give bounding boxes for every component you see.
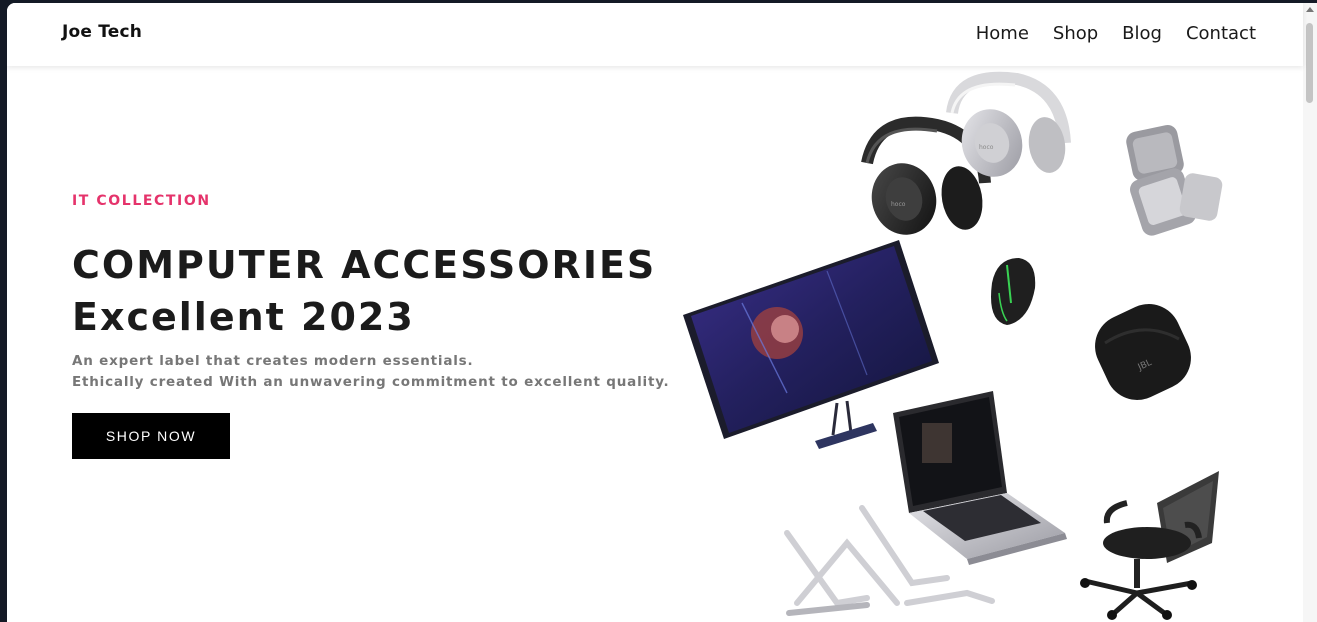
svg-text:hoco: hoco: [891, 201, 906, 208]
gaming-mouse-icon[interactable]: [991, 258, 1036, 325]
scroll-up-icon[interactable]: [1306, 7, 1314, 12]
svg-text:hoco: hoco: [979, 144, 994, 151]
white-headphones-icon[interactable]: hoco: [946, 71, 1071, 184]
nav-shop[interactable]: Shop: [1053, 23, 1098, 44]
vertical-scrollbar[interactable]: [1303, 3, 1317, 622]
nav-blog[interactable]: Blog: [1122, 23, 1162, 44]
main-nav: Home Shop Blog Contact: [976, 23, 1256, 44]
office-chair-icon[interactable]: [1080, 471, 1219, 620]
hero-product-collage: hoco hoco JBL: [683, 71, 1223, 620]
scrollbar-thumb[interactable]: [1306, 23, 1313, 103]
browser-page: Joe Tech Home Shop Blog Contact IT COLLE…: [7, 3, 1317, 622]
nav-contact[interactable]: Contact: [1186, 23, 1256, 44]
laptop-icon[interactable]: [893, 391, 1067, 565]
site-logo[interactable]: Joe Tech: [62, 22, 142, 42]
nav-home[interactable]: Home: [976, 23, 1029, 44]
site-header: Joe Tech Home Shop Blog Contact: [7, 3, 1303, 66]
earbuds-case-icon[interactable]: JBL: [1085, 294, 1202, 411]
storage-case-icon[interactable]: [1124, 123, 1223, 238]
